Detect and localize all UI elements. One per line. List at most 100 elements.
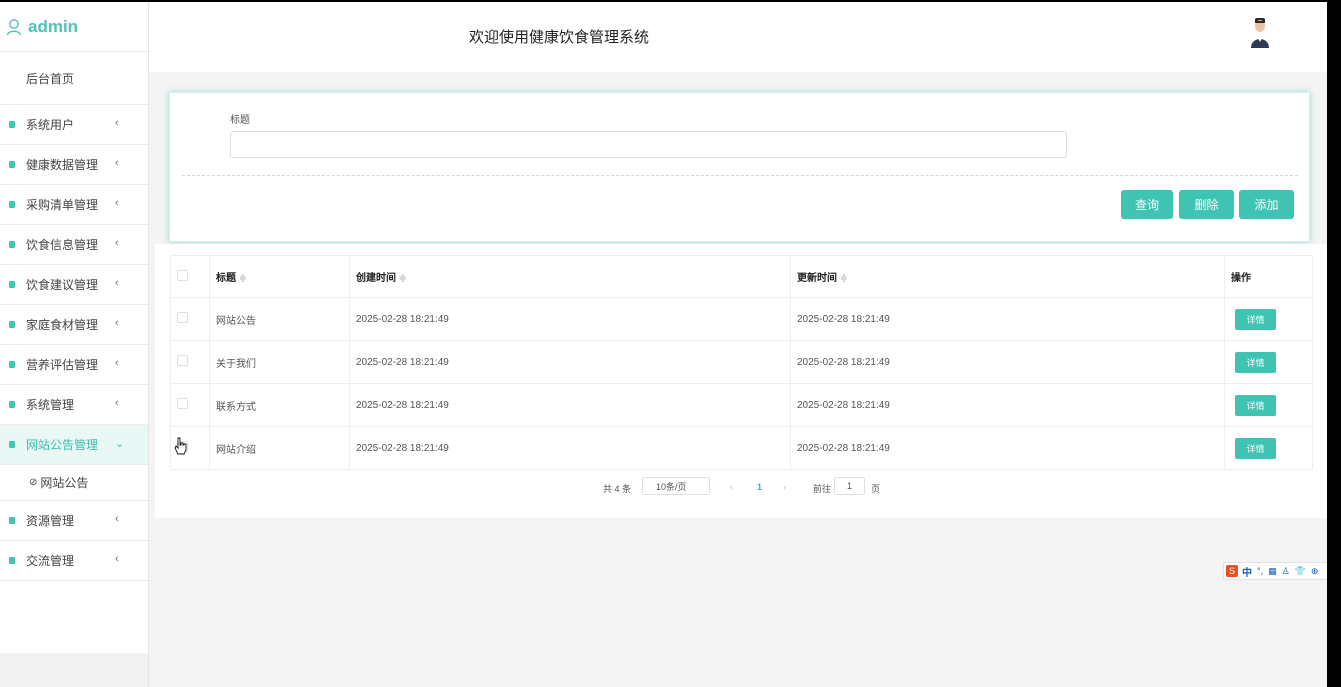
chevron-left-icon: ‹ bbox=[115, 237, 119, 249]
page-size-select[interactable]: 10条/页 bbox=[642, 477, 710, 495]
menu-doc-icon bbox=[9, 321, 15, 328]
cell-created: 2025-02-28 18:21:49 bbox=[349, 297, 791, 341]
sort-icon[interactable]: ≑ bbox=[399, 273, 407, 283]
sidebar-filler bbox=[0, 581, 148, 653]
title-search-input[interactable] bbox=[230, 131, 1067, 158]
sidebar-subitem-notice[interactable]: ⊘ 网站公告 bbox=[0, 465, 148, 501]
user-icon[interactable]: ♙ bbox=[1282, 566, 1290, 577]
chevron-left-icon: ‹ bbox=[115, 197, 119, 209]
cell-created: 2025-02-28 18:21:49 bbox=[349, 383, 791, 427]
cell-ops: 详情 bbox=[1224, 340, 1313, 384]
row-select-cell bbox=[170, 297, 210, 341]
sidebar-item-nutrition-eval[interactable]: 营养评估管理 ‹ bbox=[0, 345, 148, 385]
menu-doc-icon bbox=[9, 201, 15, 208]
select-all-checkbox[interactable] bbox=[177, 269, 188, 281]
page-title: 欢迎使用健康饮食管理系统 bbox=[468, 29, 649, 46]
cell-updated: 2025-02-28 18:21:49 bbox=[790, 297, 1225, 341]
skin-icon[interactable]: 👕 bbox=[1295, 566, 1306, 577]
detail-button[interactable]: 详情 bbox=[1235, 437, 1276, 459]
col-created[interactable]: 创建时间 ≑ bbox=[349, 255, 791, 298]
sidebar-item-purchase-list[interactable]: 采购清单管理 ‹ bbox=[0, 185, 148, 225]
goto-page-input[interactable]: 1 bbox=[834, 477, 865, 495]
detail-button[interactable]: 详情 bbox=[1235, 351, 1276, 373]
sidebar-subitem-label: 网站公告 bbox=[40, 476, 89, 490]
sidebar-item-site-notice[interactable]: 网站公告管理 ⌄ bbox=[0, 425, 148, 465]
sidebar-item-family-ingredients[interactable]: 家庭食材管理 ‹ bbox=[0, 305, 148, 345]
cell-ops: 详情 bbox=[1224, 426, 1313, 470]
sidebar-item-communication[interactable]: 交流管理 ‹ bbox=[0, 541, 148, 581]
row-checkbox[interactable] bbox=[177, 312, 188, 323]
col-updated[interactable]: 更新时间 ≑ bbox=[790, 255, 1225, 298]
settings-icon[interactable]: ⊕ bbox=[1311, 566, 1319, 577]
menu-doc-icon bbox=[9, 441, 15, 448]
menu-doc-icon bbox=[9, 557, 15, 564]
sidebar-menu: 后台首页 系统用户 ‹ 健康数据管理 ‹ 采购清单管理 ‹ 饮食信息管理 ‹ 饮… bbox=[0, 52, 148, 653]
page-number-current[interactable]: 1 bbox=[757, 482, 762, 492]
sidebar-item-label: 饮食建议管理 bbox=[26, 278, 99, 292]
keyboard-icon[interactable]: ▦ bbox=[1268, 566, 1277, 577]
prev-page-icon[interactable]: ‹ bbox=[730, 482, 733, 492]
sidebar-item-label: 资源管理 bbox=[26, 514, 75, 528]
sidebar-item-system-manage[interactable]: 系统管理 ‹ bbox=[0, 385, 148, 425]
cell-created: 2025-02-28 18:21:49 bbox=[349, 340, 791, 384]
cell-ops: 详情 bbox=[1224, 297, 1313, 341]
menu-doc-icon bbox=[9, 361, 15, 368]
row-checkbox[interactable] bbox=[177, 355, 188, 366]
sidebar-item-system-users[interactable]: 系统用户 ‹ bbox=[0, 105, 148, 145]
col-title[interactable]: 标题 ≑ bbox=[209, 255, 350, 298]
menu-doc-icon bbox=[9, 281, 15, 288]
sidebar-item-diet-advice[interactable]: 饮食建议管理 ‹ bbox=[0, 265, 148, 305]
avatar[interactable] bbox=[1249, 16, 1271, 48]
menu-doc-icon bbox=[9, 161, 15, 168]
menu-doc-icon bbox=[9, 241, 15, 248]
table-row: 联系方式 2025-02-28 18:21:49 2025-02-28 18:2… bbox=[170, 383, 1313, 427]
table-panel: 标题 ≑ 创建时间 ≑ 更新时间 ≑ 操作 网站公告 2025-02-28 18:21… bbox=[155, 244, 1327, 518]
sidebar-item-label: 健康数据管理 bbox=[26, 158, 99, 172]
table-row: 网站公告 2025-02-28 18:21:49 2025-02-28 18:2… bbox=[170, 297, 1313, 341]
chevron-left-icon: ‹ bbox=[115, 277, 119, 289]
sidebar-item-label: 系统管理 bbox=[26, 398, 75, 412]
sort-icon[interactable]: ≑ bbox=[840, 273, 848, 283]
delete-button[interactable]: 删除 bbox=[1179, 190, 1234, 219]
ime-language-toggle[interactable]: 中 bbox=[1242, 564, 1252, 579]
notice-table: 标题 ≑ 创建时间 ≑ 更新时间 ≑ 操作 网站公告 2025-02-28 18:21… bbox=[170, 255, 1313, 470]
table-row: 关于我们 2025-02-28 18:21:49 2025-02-28 18:2… bbox=[170, 340, 1313, 384]
menu-doc-icon bbox=[9, 121, 15, 128]
cell-updated: 2025-02-28 18:21:49 bbox=[790, 340, 1225, 384]
menu-doc-icon bbox=[9, 517, 15, 524]
goto-label: 前往 bbox=[813, 484, 832, 494]
sidebar-item-health-data[interactable]: 健康数据管理 ‹ bbox=[0, 145, 148, 185]
detail-button[interactable]: 详情 bbox=[1235, 308, 1276, 330]
cell-title: 网站介绍 bbox=[209, 426, 350, 470]
punctuation-icon[interactable]: °, bbox=[1257, 566, 1263, 576]
detail-button[interactable]: 详情 bbox=[1235, 394, 1276, 416]
next-page-icon[interactable]: › bbox=[783, 482, 786, 492]
chevron-left-icon: ‹ bbox=[115, 513, 119, 525]
chevron-down-icon: ⌄ bbox=[115, 438, 125, 450]
search-panel: 标题 查询 删除 添加 bbox=[169, 92, 1310, 242]
table-row: 网站介绍 2025-02-28 18:21:49 2025-02-28 18:2… bbox=[170, 426, 1313, 470]
query-button[interactable]: 查询 bbox=[1121, 190, 1173, 219]
add-button[interactable]: 添加 bbox=[1239, 190, 1294, 219]
cell-ops: 详情 bbox=[1224, 383, 1313, 427]
ime-toolbar: S 中 °, ▦ ♙ 👕 ⊕ bbox=[1223, 562, 1329, 580]
user-icon bbox=[6, 18, 22, 35]
sidebar-item-label: 交流管理 bbox=[26, 554, 75, 568]
sort-icon[interactable]: ≑ bbox=[239, 273, 247, 283]
chevron-left-icon: ‹ bbox=[115, 397, 119, 409]
col-ops: 操作 bbox=[1224, 255, 1313, 298]
row-select-cell bbox=[170, 383, 210, 427]
row-select-cell bbox=[170, 340, 210, 384]
brand-name: admin bbox=[28, 16, 79, 36]
sogou-logo-icon[interactable]: S bbox=[1226, 565, 1238, 577]
sidebar-item-home[interactable]: 后台首页 bbox=[0, 52, 148, 105]
select-all-cell bbox=[170, 255, 210, 298]
sidebar-item-label: 采购清单管理 bbox=[26, 198, 99, 212]
sidebar-item-diet-info[interactable]: 饮食信息管理 ‹ bbox=[0, 225, 148, 265]
sidebar-item-resources[interactable]: 资源管理 ‹ bbox=[0, 501, 148, 541]
pagination-total: 共 4 条 bbox=[603, 484, 632, 494]
sidebar-item-label: 营养评估管理 bbox=[26, 358, 99, 372]
row-checkbox[interactable] bbox=[177, 398, 188, 409]
cell-updated: 2025-02-28 18:21:49 bbox=[790, 426, 1225, 470]
cell-title: 网站公告 bbox=[209, 297, 350, 341]
